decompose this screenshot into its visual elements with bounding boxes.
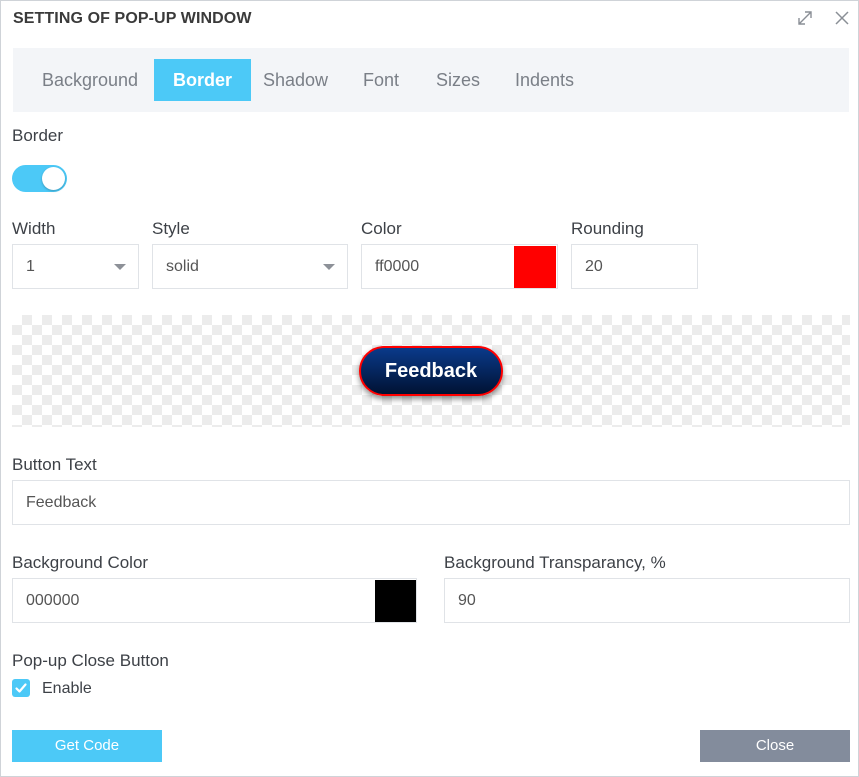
- enable-close-checkbox[interactable]: [12, 679, 30, 697]
- chevron-down-icon: [114, 264, 126, 270]
- border-section-label: Border: [12, 126, 64, 145]
- button-preview-area: Feedback: [12, 315, 850, 427]
- rounding-input[interactable]: 20: [571, 244, 698, 289]
- background-transparency-label: Background Transparancy, %: [444, 553, 666, 572]
- get-code-button[interactable]: Get Code: [12, 730, 162, 762]
- tab-background[interactable]: Background: [23, 59, 157, 101]
- tab-border[interactable]: Border: [154, 59, 252, 101]
- button-text-label: Button Text: [12, 455, 97, 474]
- settings-tabs: Background Border Shadow Font Sizes Inde…: [13, 48, 849, 112]
- background-color-label: Background Color: [12, 553, 149, 572]
- background-transparency-input[interactable]: 90: [444, 578, 850, 623]
- check-icon: [15, 683, 27, 693]
- close-icon[interactable]: [833, 9, 851, 27]
- color-label: Color: [361, 219, 402, 238]
- tab-font[interactable]: Font: [344, 59, 418, 101]
- rounding-label: Rounding: [571, 219, 644, 238]
- tab-shadow[interactable]: Shadow: [244, 59, 347, 101]
- tab-sizes[interactable]: Sizes: [417, 59, 499, 101]
- button-text-value: Feedback: [26, 494, 97, 511]
- style-label: Style: [152, 219, 190, 238]
- background-color-value: 000000: [26, 592, 80, 609]
- toggle-knob: [42, 167, 65, 190]
- background-transparency-value: 90: [458, 592, 476, 609]
- background-color-input[interactable]: 000000: [12, 578, 417, 623]
- close-button-section-label: Pop-up Close Button: [12, 651, 169, 670]
- style-select[interactable]: solid: [152, 244, 348, 289]
- border-color-swatch[interactable]: [514, 246, 556, 288]
- width-select[interactable]: 1: [12, 244, 139, 289]
- button-text-input[interactable]: Feedback: [12, 480, 850, 525]
- width-label: Width: [12, 219, 56, 238]
- close-button[interactable]: Close: [700, 730, 850, 762]
- width-value: 1: [26, 258, 35, 275]
- style-value: solid: [166, 258, 199, 275]
- rounding-value: 20: [585, 258, 603, 275]
- popup-settings-window: SETTING OF POP-UP WINDOW Background Bord…: [0, 0, 859, 777]
- tab-indents[interactable]: Indents: [496, 59, 593, 101]
- window-title: SETTING OF POP-UP WINDOW: [13, 10, 252, 27]
- border-color-value: ff0000: [375, 258, 420, 275]
- enable-label[interactable]: Enable: [42, 680, 92, 698]
- feedback-preview-button[interactable]: Feedback: [359, 346, 503, 396]
- border-toggle[interactable]: [12, 165, 67, 192]
- background-color-swatch[interactable]: [375, 580, 416, 622]
- expand-icon[interactable]: [796, 9, 814, 27]
- chevron-down-icon: [323, 264, 335, 270]
